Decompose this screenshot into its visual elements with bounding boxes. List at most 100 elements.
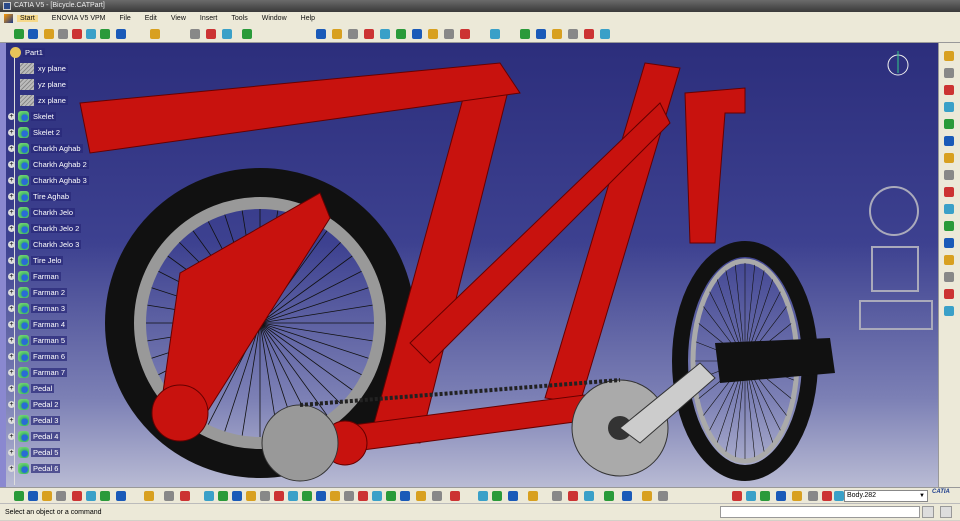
- tree-item[interactable]: + Farman 3: [8, 301, 68, 315]
- expand-icon[interactable]: +: [8, 256, 15, 264]
- bottom-tool-icon[interactable]: [478, 491, 488, 501]
- expand-icon[interactable]: +: [8, 288, 15, 296]
- workbench-tool-icon[interactable]: [944, 136, 954, 146]
- toolbar-tool-icon[interactable]: [460, 29, 470, 39]
- bottom-tool-icon[interactable]: [622, 491, 632, 501]
- toolbar-tool-icon[interactable]: [396, 29, 406, 39]
- toolbar-tool-icon[interactable]: [428, 29, 438, 39]
- bottom-tool-icon[interactable]: [72, 491, 82, 501]
- toolbar-tool-icon[interactable]: [316, 29, 326, 39]
- bottom-tool-icon[interactable]: [508, 491, 518, 501]
- tree-item[interactable]: + Farman 2: [8, 285, 68, 299]
- tree-item[interactable]: + Skelet 2: [8, 125, 63, 139]
- expand-icon[interactable]: +: [8, 384, 15, 392]
- tree-item[interactable]: Part1: [10, 45, 45, 59]
- tree-item[interactable]: + Skelet: [8, 109, 56, 123]
- bottom-tool-icon[interactable]: [386, 491, 396, 501]
- workbench-tool-icon[interactable]: [944, 119, 954, 129]
- expand-icon[interactable]: +: [8, 336, 15, 344]
- workbench-tool-icon[interactable]: [944, 170, 954, 180]
- tree-item[interactable]: yz plane: [20, 77, 68, 91]
- toolbar-tool-icon[interactable]: [14, 29, 24, 39]
- toolbar-tool-icon[interactable]: [72, 29, 82, 39]
- tree-item[interactable]: + Charkh Aghab 2: [8, 157, 89, 171]
- expand-icon[interactable]: +: [8, 144, 15, 152]
- tree-item[interactable]: + Tire Aghab: [8, 189, 71, 203]
- menu-enovia-v5-vpm[interactable]: ENOVIA V5 VPM: [52, 15, 106, 22]
- expand-icon[interactable]: +: [8, 368, 15, 376]
- toolbar-tool-icon[interactable]: [490, 29, 500, 39]
- workbench-tool-icon[interactable]: [944, 306, 954, 316]
- toolbar-tool-icon[interactable]: [58, 29, 68, 39]
- command-button-2[interactable]: [940, 506, 952, 518]
- bottom-tool-icon[interactable]: [288, 491, 298, 501]
- toolbar-tool-icon[interactable]: [600, 29, 610, 39]
- bottom-tool-icon[interactable]: [164, 491, 174, 501]
- toolbar-tool-icon[interactable]: [28, 29, 38, 39]
- workbench-tool-icon[interactable]: [944, 51, 954, 61]
- expand-icon[interactable]: +: [8, 240, 15, 248]
- toolbar-tool-icon[interactable]: [584, 29, 594, 39]
- bottom-tool-icon[interactable]: [86, 491, 96, 501]
- bottom-tool-icon[interactable]: [100, 491, 110, 501]
- bottom-tool-icon[interactable]: [528, 491, 538, 501]
- toolbar-tool-icon[interactable]: [412, 29, 422, 39]
- expand-icon[interactable]: +: [8, 192, 15, 200]
- tree-item[interactable]: + Charkh Jelo: [8, 205, 76, 219]
- workbench-tool-icon[interactable]: [944, 289, 954, 299]
- bottom-tool-icon[interactable]: [760, 491, 770, 501]
- bottom-tool-icon[interactable]: [584, 491, 594, 501]
- expand-icon[interactable]: +: [8, 304, 15, 312]
- expand-icon[interactable]: +: [8, 432, 15, 440]
- expand-icon[interactable]: +: [8, 128, 15, 136]
- bottom-tool-icon[interactable]: [604, 491, 614, 501]
- toolbar-tool-icon[interactable]: [380, 29, 390, 39]
- expand-icon[interactable]: +: [8, 112, 15, 120]
- bottom-tool-icon[interactable]: [358, 491, 368, 501]
- toolbar-tool-icon[interactable]: [190, 29, 200, 39]
- tree-item[interactable]: + Pedal 3: [8, 413, 61, 427]
- tree-item[interactable]: + Farman 7: [8, 365, 68, 379]
- toolbar-tool-icon[interactable]: [520, 29, 530, 39]
- expand-icon[interactable]: +: [8, 352, 15, 360]
- bottom-tool-icon[interactable]: [42, 491, 52, 501]
- bottom-tool-icon[interactable]: [274, 491, 284, 501]
- bottom-tool-icon[interactable]: [28, 491, 38, 501]
- menu-window[interactable]: Window: [262, 15, 287, 22]
- tree-item[interactable]: + Pedal: [8, 381, 55, 395]
- tree-item[interactable]: + Pedal 6: [8, 461, 61, 475]
- expand-icon[interactable]: +: [8, 208, 15, 216]
- tree-item[interactable]: + Pedal 4: [8, 429, 61, 443]
- bottom-tool-icon[interactable]: [416, 491, 426, 501]
- tree-item[interactable]: + Farman: [8, 269, 61, 283]
- bottom-tool-icon[interactable]: [432, 491, 442, 501]
- menu-view[interactable]: View: [171, 15, 186, 22]
- workbench-tool-icon[interactable]: [944, 204, 954, 214]
- toolbar-tool-icon[interactable]: [444, 29, 454, 39]
- command-input[interactable]: [720, 506, 920, 518]
- bottom-tool-icon[interactable]: [14, 491, 24, 501]
- toolbar-tool-icon[interactable]: [44, 29, 54, 39]
- tree-item[interactable]: + Pedal 5: [8, 445, 61, 459]
- bottom-tool-icon[interactable]: [246, 491, 256, 501]
- toolbar-tool-icon[interactable]: [348, 29, 358, 39]
- bottom-tool-icon[interactable]: [218, 491, 228, 501]
- bottom-tool-icon[interactable]: [492, 491, 502, 501]
- expand-icon[interactable]: +: [8, 320, 15, 328]
- bottom-tool-icon[interactable]: [260, 491, 270, 501]
- workbench-tool-icon[interactable]: [944, 221, 954, 231]
- expand-icon[interactable]: +: [8, 176, 15, 184]
- expand-icon[interactable]: +: [8, 448, 15, 456]
- bottom-tool-icon[interactable]: [776, 491, 786, 501]
- bottom-tool-icon[interactable]: [330, 491, 340, 501]
- tree-item[interactable]: + Charkh Aghab 3: [8, 173, 89, 187]
- bottom-tool-icon[interactable]: [180, 491, 190, 501]
- 3d-viewport[interactable]: [0, 43, 938, 487]
- workbench-tool-icon[interactable]: [944, 68, 954, 78]
- workbench-tool-icon[interactable]: [944, 102, 954, 112]
- menu-tools[interactable]: Tools: [231, 15, 247, 22]
- bottom-tool-icon[interactable]: [732, 491, 742, 501]
- workbench-tool-icon[interactable]: [944, 255, 954, 265]
- compass-icon[interactable]: [887, 51, 909, 76]
- toolbar-tool-icon[interactable]: [332, 29, 342, 39]
